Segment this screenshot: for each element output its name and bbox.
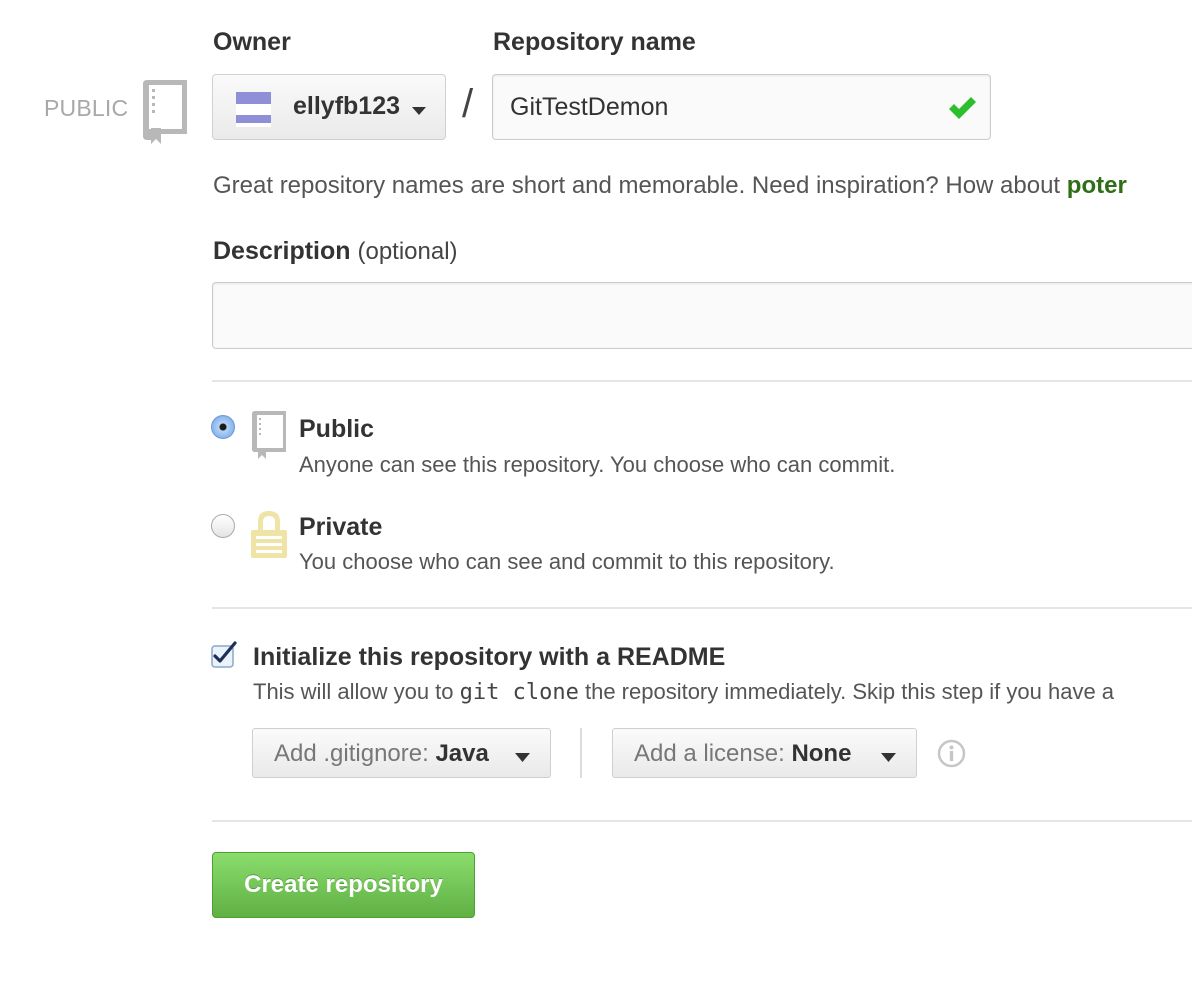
- section-divider: [212, 820, 1192, 822]
- owner-name: ellyfb123: [293, 92, 401, 120]
- public-option-title: Public: [299, 415, 375, 443]
- public-option-description: Anyone can see this repository. You choo…: [299, 452, 896, 477]
- readme-option-title: Initialize this repository with a README: [253, 643, 726, 671]
- gitignore-value: Java: [435, 740, 489, 767]
- gitignore-dropdown-text: Add .gitignore: Java: [274, 740, 489, 768]
- repository-name-label: Repository name: [493, 28, 696, 56]
- description-input[interactable]: [212, 282, 1192, 349]
- readme-option-description: This will allow you to git clone the rep…: [253, 679, 1114, 705]
- license-value: None: [791, 740, 852, 767]
- hint-text: Great repository names are short and mem…: [213, 172, 1067, 199]
- owner-label: Owner: [213, 28, 291, 56]
- info-icon[interactable]: [937, 739, 966, 773]
- repository-name-value: GitTestDemon: [510, 93, 669, 121]
- owner-repo-separator: /: [462, 82, 474, 126]
- section-divider: [212, 607, 1192, 609]
- select-separator: [580, 728, 582, 778]
- repo-book-icon: [137, 78, 191, 146]
- repository-name-hint: Great repository names are short and mem…: [213, 172, 1127, 200]
- private-option-title: Private: [299, 513, 383, 541]
- name-suggestion-link[interactable]: poter: [1067, 172, 1127, 199]
- public-visibility-tag: PUBLIC: [44, 95, 129, 121]
- repo-book-icon: [248, 410, 290, 465]
- chevron-down-icon: [881, 749, 896, 767]
- license-dropdown[interactable]: Add a license: None: [612, 728, 917, 778]
- lock-icon: [248, 508, 290, 565]
- private-radio[interactable]: [211, 514, 235, 538]
- description-label-text: Description: [213, 237, 351, 265]
- private-option-description: You choose who can see and commit to thi…: [299, 549, 835, 574]
- check-icon: [947, 95, 977, 126]
- owner-dropdown[interactable]: ellyfb123: [212, 74, 446, 140]
- description-label: Description (optional): [213, 237, 458, 266]
- chevron-down-icon: [411, 103, 427, 121]
- avatar: [236, 92, 271, 127]
- create-repository-button[interactable]: Create repository: [212, 852, 475, 918]
- repository-name-input[interactable]: GitTestDemon: [492, 74, 991, 140]
- git-clone-code: git clone: [459, 680, 579, 705]
- readme-desc-after: the repository immediately. Skip this st…: [578, 679, 1115, 704]
- gitignore-label: Add .gitignore:: [274, 740, 436, 767]
- license-dropdown-text: Add a license: None: [634, 740, 851, 768]
- gitignore-dropdown[interactable]: Add .gitignore: Java: [252, 728, 551, 778]
- public-radio[interactable]: [211, 415, 235, 439]
- chevron-down-icon: [515, 749, 530, 767]
- section-divider: [212, 380, 1192, 382]
- license-label: Add a license:: [634, 740, 792, 767]
- readme-desc-before: This will allow you to: [253, 679, 460, 704]
- readme-checkbox[interactable]: [211, 641, 239, 674]
- description-optional-text: (optional): [357, 238, 458, 265]
